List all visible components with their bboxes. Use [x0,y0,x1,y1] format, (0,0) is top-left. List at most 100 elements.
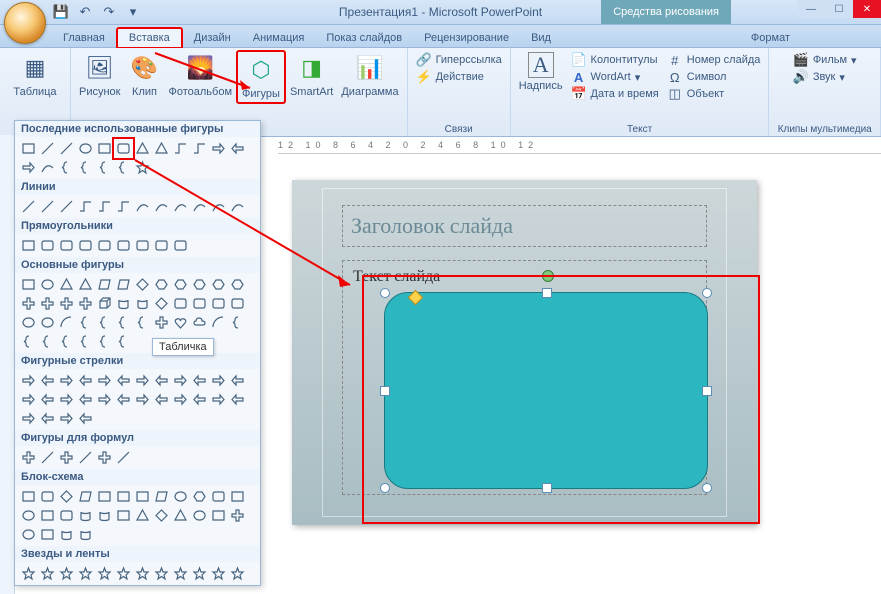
action-button[interactable]: ⚡Действие [416,69,502,85]
shape-arrowR[interactable] [19,409,38,428]
shape-star[interactable] [190,564,209,583]
shape-arrowL[interactable] [38,409,57,428]
shape-star[interactable] [19,564,38,583]
shape-diamond[interactable] [152,294,171,313]
album-button[interactable]: 🌄Фотоальбом [165,50,237,104]
shape-brace[interactable] [114,158,133,177]
shape-arrowR[interactable] [95,390,114,409]
shape-plus[interactable] [95,448,114,467]
shape-cyl[interactable] [76,506,95,525]
shape-curve[interactable] [38,158,57,177]
slide[interactable]: Заголовок слайда Текст слайда [292,180,757,525]
shape-arc[interactable] [209,313,228,332]
shape-hex[interactable] [190,275,209,294]
shape-arrowL[interactable] [152,371,171,390]
shape-oval[interactable] [38,275,57,294]
shape-hex[interactable] [190,487,209,506]
shape-rect[interactable] [19,275,38,294]
shape-brace[interactable] [114,313,133,332]
shape-para[interactable] [76,487,95,506]
shape-plus[interactable] [152,313,171,332]
shape-rect[interactable] [19,487,38,506]
shape-roundrect[interactable] [152,236,171,255]
sound-button[interactable]: 🔊Звук ▾ [793,69,857,85]
shape-cyl[interactable] [57,525,76,544]
sel-handle-e[interactable] [702,386,712,396]
shape-rect[interactable] [38,525,57,544]
shape-arrowR[interactable] [57,409,76,428]
shape-arrowR[interactable] [133,371,152,390]
shape-plus[interactable] [19,294,38,313]
redo-icon[interactable]: ↷ [100,3,118,21]
shape-tri[interactable] [152,139,171,158]
shape-tri[interactable] [133,506,152,525]
shape-diamond[interactable] [57,487,76,506]
shape-roundrect[interactable] [114,236,133,255]
shape-cyl[interactable] [95,506,114,525]
shape-diamond[interactable] [152,506,171,525]
shape-arrowR[interactable] [19,158,38,177]
shape-arrowL[interactable] [228,371,247,390]
shape-roundrect[interactable] [171,236,190,255]
tab-design[interactable]: Дизайн [183,29,242,47]
shape-roundrect[interactable] [114,139,133,158]
datetime-button[interactable]: 📅Дата и время [571,86,659,102]
tab-view[interactable]: Вид [520,29,562,47]
shape-arrowL[interactable] [228,139,247,158]
close-button[interactable]: ✕ [853,0,881,18]
shape-arrowL[interactable] [76,409,95,428]
sel-handle-s[interactable] [542,483,552,493]
shape-hex[interactable] [171,275,190,294]
shape-oval[interactable] [19,506,38,525]
undo-icon[interactable]: ↶ [76,3,94,21]
shape-rect[interactable] [95,139,114,158]
chart-button[interactable]: 📊Диаграмма [337,50,402,104]
shape-roundrect[interactable] [76,236,95,255]
shape-curve[interactable] [152,197,171,216]
shape-rect[interactable] [19,139,38,158]
textbox-button[interactable]: AНадпись [515,50,567,104]
tab-slideshow[interactable]: Показ слайдов [315,29,413,47]
minimize-button[interactable]: — [797,0,825,18]
save-icon[interactable]: 💾 [52,3,70,21]
shape-conn[interactable] [190,139,209,158]
shape-cyl[interactable] [76,525,95,544]
shape-heart[interactable] [171,313,190,332]
shape-line[interactable] [114,448,133,467]
shape-star[interactable] [76,564,95,583]
shape-arrowL[interactable] [114,371,133,390]
shape-tri[interactable] [171,506,190,525]
shape-curve[interactable] [190,197,209,216]
smartart-button[interactable]: ◨SmartArt [286,50,337,104]
shape-oval[interactable] [38,313,57,332]
sel-handle-se[interactable] [702,483,712,493]
rounded-rectangle-shape[interactable] [384,292,708,489]
shape-hex[interactable] [152,275,171,294]
shape-cloud[interactable] [190,313,209,332]
shape-brace[interactable] [38,332,57,351]
shape-plus[interactable] [57,448,76,467]
shape-line[interactable] [38,139,57,158]
shape-arrowR[interactable] [133,390,152,409]
shape-star[interactable] [57,564,76,583]
shape-line[interactable] [76,448,95,467]
shape-brace[interactable] [114,332,133,351]
shape-arrowR[interactable] [57,390,76,409]
shape-rect[interactable] [38,506,57,525]
shape-roundrect[interactable] [38,487,57,506]
shape-curve[interactable] [171,197,190,216]
shape-oval[interactable] [190,506,209,525]
slidenumber-button[interactable]: #Номер слайда [667,52,761,68]
shape-tri[interactable] [76,275,95,294]
shape-line[interactable] [38,197,57,216]
shape-star[interactable] [95,564,114,583]
movie-button[interactable]: 🎬Фильм ▾ [793,52,857,68]
shape-diamond[interactable] [133,275,152,294]
sel-handle-nw[interactable] [380,288,390,298]
office-button[interactable] [4,2,46,44]
shape-roundrect[interactable] [190,294,209,313]
shape-plus[interactable] [38,294,57,313]
shape-conn[interactable] [114,197,133,216]
shape-star[interactable] [38,564,57,583]
shape-brace[interactable] [95,158,114,177]
